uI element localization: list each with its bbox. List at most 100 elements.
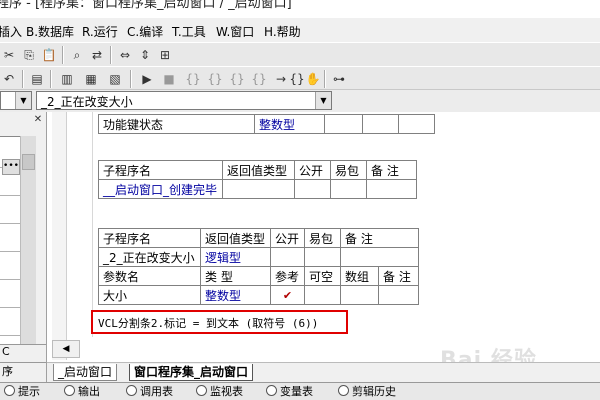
code-nav-bar: ▼ _2_正在改变大小 ▼ (0, 90, 600, 112)
output-icon (64, 385, 75, 396)
cut-icon[interactable]: ✂ (0, 46, 18, 64)
menu-insert[interactable]: 插入 (0, 23, 22, 40)
status-tab-hint[interactable]: 提示 (4, 385, 40, 399)
header-remark: 备 注 (366, 160, 417, 180)
header-param-type: 类 型 (200, 266, 271, 286)
calls-icon (126, 385, 137, 396)
find-icon[interactable]: ⌕ (68, 46, 86, 64)
chevron-down-icon[interactable]: ▼ (315, 92, 331, 109)
binoculars-icon[interactable]: ⊶ (330, 70, 348, 88)
layout-icon-3[interactable]: ▧ (106, 70, 124, 88)
list-item (0, 335, 22, 336)
align-height-icon[interactable]: ⇕ (136, 46, 154, 64)
param-name[interactable]: 大小 (98, 285, 201, 305)
menu-bar: 插入 B.数据库 R.运行 C.编译 T.工具 W.窗口 H.帮助 (0, 18, 600, 42)
menu-compile[interactable]: C.编译 (127, 23, 163, 40)
menu-help[interactable]: H.帮助 (264, 23, 301, 40)
subroutine-table-1: 子程序名 返回值类型 公开 易包 备 注 __启动窗口_创建完毕 (98, 160, 417, 199)
run-to-cursor-icon[interactable]: {} (250, 70, 268, 88)
header-public: 公开 (294, 160, 331, 180)
scroll-thumb[interactable] (22, 154, 35, 170)
step-into-icon[interactable]: {} (184, 70, 202, 88)
status-bar: 提示 输出 调用表 监视表 变量表 剪辑历史 (0, 382, 600, 400)
left-panel-scrollbar[interactable] (20, 136, 36, 346)
list-item (0, 251, 22, 252)
list-item (0, 195, 22, 196)
menu-window[interactable]: W.窗口 (216, 23, 254, 40)
close-icon[interactable]: ✕ (32, 114, 44, 126)
toolbar-separator (62, 46, 64, 64)
tab-startup-window[interactable]: _启动窗口 (53, 364, 118, 381)
header-public: 公开 (270, 228, 305, 248)
scroll-left-button[interactable]: ◀ (52, 340, 80, 358)
subroutine-select-value: _2_正在改变大小 (41, 95, 133, 109)
menu-run[interactable]: R.运行 (82, 23, 118, 40)
status-tab-watch[interactable]: 监视表 (196, 385, 243, 399)
header-param-name: 参数名 (98, 266, 201, 286)
layout-icon-1[interactable]: ▥ (58, 70, 76, 88)
status-tab-calls[interactable]: 调用表 (126, 385, 173, 399)
subroutine-name[interactable]: __启动窗口_创建完毕 (98, 179, 223, 199)
variable-type[interactable]: 整数型 (254, 114, 325, 134)
header-easy-pkg: 易包 (330, 160, 367, 180)
left-panel-tab-1[interactable]: C (0, 344, 46, 362)
header-array: 数组 (340, 266, 379, 286)
header-sub-name: 子程序名 (98, 160, 223, 180)
replace-icon[interactable]: ⇄ (88, 46, 106, 64)
undo-icon[interactable]: ↶ (0, 70, 18, 88)
step-over-icon[interactable]: {} (206, 70, 224, 88)
variable-table: 功能键状态 整数型 (98, 114, 435, 134)
preview-icon[interactable]: ▤ (28, 70, 46, 88)
header-easy-pkg: 易包 (304, 228, 341, 248)
subroutine-return-type[interactable]: 逻辑型 (200, 247, 271, 267)
tab-window-program-set[interactable]: 窗口程序集_启动窗口 (129, 364, 254, 381)
list-item (0, 279, 22, 280)
header-sub-name: 子程序名 (98, 228, 201, 248)
subroutine-name[interactable]: _2_正在改变大小 (98, 247, 201, 267)
hand-icon[interactable]: ✋ (304, 70, 322, 88)
header-return-type: 返回值类型 (200, 228, 271, 248)
status-tab-clip-history[interactable]: 剪辑历史 (338, 385, 396, 399)
status-tab-output[interactable]: 输出 (64, 385, 100, 399)
subroutine-table-2: 子程序名 返回值类型 公开 易包 备 注 _2_正在改变大小 逻辑型 参数名 类… (98, 228, 419, 305)
menu-database[interactable]: B.数据库 (26, 23, 74, 40)
header-remark: 备 注 (340, 228, 419, 248)
run-icon[interactable]: ▶ (138, 70, 156, 88)
clip-history-icon (338, 385, 349, 396)
toolbar-separator (50, 70, 52, 88)
status-tab-vars[interactable]: 变量表 (266, 385, 313, 399)
chevron-down-icon[interactable]: ▼ (15, 92, 31, 109)
subroutine-select[interactable]: _2_正在改变大小 ▼ (36, 91, 332, 110)
paste-icon[interactable]: 📋 (40, 46, 58, 64)
header-return-type: 返回值类型 (222, 160, 295, 180)
menu-tools[interactable]: T.工具 (172, 23, 206, 40)
toolbar-edit: ✂ ⎘ 📋 ⌕ ⇄ ⇔ ⇕ ⊞ (0, 42, 600, 66)
editor-gutter (52, 112, 67, 360)
list-item (0, 223, 22, 224)
code-line-text: VCL分割条2.标记 = 到文本 (取符号 (6)) (98, 317, 319, 330)
hint-icon (4, 385, 15, 396)
left-panel-tab-2[interactable]: 序 (0, 362, 46, 380)
by-ref-check-icon[interactable]: ✔ (270, 285, 305, 305)
copy-icon[interactable]: ⎘ (20, 46, 38, 64)
header-nullable: 可空 (304, 266, 341, 286)
left-panel: ✕ ••• C 序 (0, 112, 47, 382)
param-type[interactable]: 整数型 (200, 285, 271, 305)
highlighted-code-line[interactable]: VCL分割条2.标记 = 到文本 (取符号 (6)) (91, 310, 348, 334)
align-width-icon[interactable]: ⇔ (116, 46, 134, 64)
stop-icon[interactable]: ■ (160, 70, 178, 88)
list-item (0, 307, 22, 308)
header-by-ref: 参考 (270, 266, 305, 286)
align-both-icon[interactable]: ⊞ (156, 46, 174, 64)
toolbar-separator (130, 70, 132, 88)
layout-icon-2[interactable]: ▦ (82, 70, 100, 88)
more-icon[interactable]: ••• (2, 159, 20, 175)
watch-icon (196, 385, 207, 396)
object-select[interactable]: ▼ (0, 91, 32, 110)
variable-name[interactable]: 功能键状态 (98, 114, 255, 134)
document-tabs: _启动窗口 窗口程序集_启动窗口 (47, 362, 600, 382)
window-title: 程序 - [程序集：窗口程序集_启动窗口 / _启动窗口] (0, 0, 292, 11)
toolbar-run: ↶ ▤ ▥ ▦ ▧ ▶ ■ {} {} {} {} → {} ✋ ⊶ (0, 66, 600, 90)
step-out-icon[interactable]: {} (228, 70, 246, 88)
toolbar-separator (22, 70, 24, 88)
